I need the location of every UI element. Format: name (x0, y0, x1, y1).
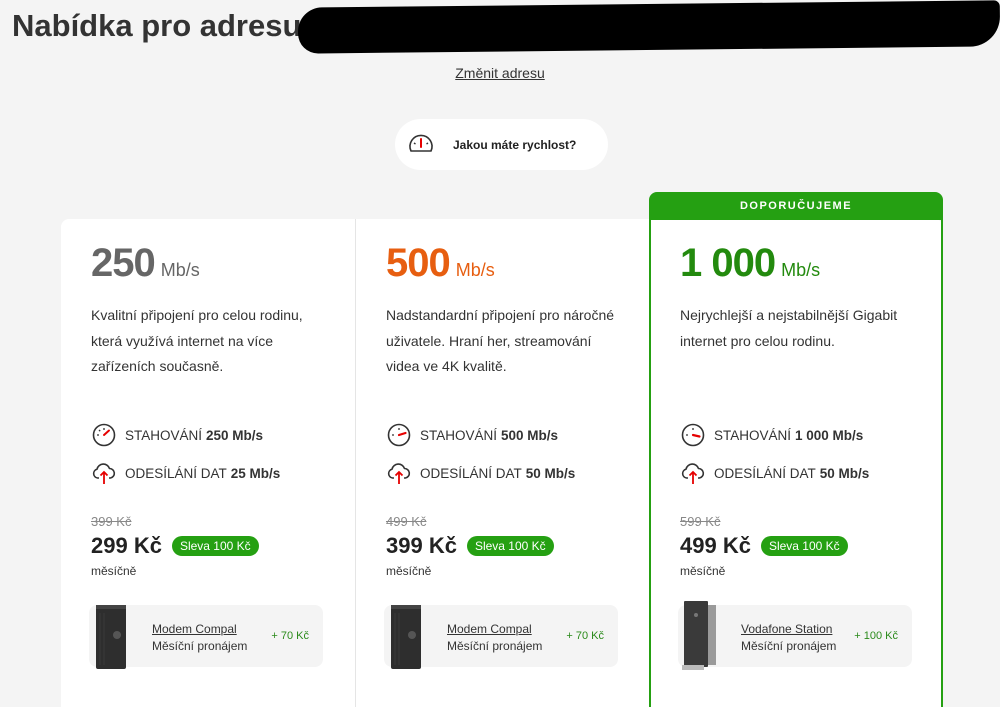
recommended-badge: DOPORUČUJEME (649, 192, 943, 220)
download-label: STAHOVÁNÍ (714, 427, 792, 443)
plan-card-500[interactable]: 500 Mb/s Nadstandardní připojení pro nár… (356, 219, 650, 707)
download-label: STAHOVÁNÍ (125, 427, 203, 443)
plan-description: Nejrychlejší a nejstabilnější Gigabit in… (680, 307, 898, 349)
device-option[interactable]: Modem Compal Měsíční pronájem + 70 Kč (89, 605, 323, 669)
upload-value: 25 Mb/s (230, 465, 281, 481)
plan-speed: 1 000 Mb/s (680, 241, 820, 286)
upload-feature: ODESÍLÁNÍ DAT 50 Mb/s (386, 460, 575, 486)
device-name-link[interactable]: Modem Compal (152, 622, 237, 636)
plan-speed-unit: Mb/s (781, 260, 821, 280)
download-feature: STAHOVÁNÍ 500 Mb/s (386, 422, 558, 448)
device-option[interactable]: Vodafone Station Měsíční pronájem + 100 … (678, 601, 912, 670)
upload-label: ODESÍLÁNÍ DAT (714, 465, 816, 481)
page-title: Nabídka pro adresu (12, 8, 302, 43)
plan-speed: 250 Mb/s (91, 241, 200, 286)
price: 299 Kč (91, 533, 162, 558)
device-subtitle: Měsíční pronájem (152, 639, 248, 653)
upload-cloud-icon (386, 460, 412, 486)
device-name-link[interactable]: Modem Compal (447, 622, 532, 636)
price-row: 299 Kč Sleva 100 Kč (91, 533, 259, 559)
upload-value: 50 Mb/s (525, 465, 576, 481)
upload-cloud-icon (91, 460, 117, 486)
price: 399 Kč (386, 533, 457, 558)
plan-description: Kvalitní připojení pro celou rodinu, kte… (91, 307, 303, 374)
discount-badge: Sleva 100 Kč (171, 536, 259, 556)
device-subtitle: Měsíční pronájem (447, 639, 543, 653)
price-row: 399 Kč Sleva 100 Kč (386, 533, 554, 559)
device-price: + 70 Kč (566, 630, 604, 642)
modem-image (386, 601, 426, 673)
download-speed-icon (386, 422, 412, 448)
speed-question-button[interactable]: Jakou máte rychlost? (395, 119, 608, 170)
change-address-link[interactable]: Změnit adresu (0, 65, 1000, 81)
download-value: 1 000 Mb/s (795, 427, 864, 443)
plan-speed: 500 Mb/s (386, 241, 495, 286)
plan-card-250[interactable]: 250 Mb/s Kvalitní připojení pro celou ro… (61, 219, 355, 707)
plan-card-1000[interactable]: 1 000 Mb/s Nejrychlejší a nejstabilnější… (650, 219, 944, 707)
upload-value: 50 Mb/s (819, 465, 870, 481)
download-label: STAHOVÁNÍ (420, 427, 498, 443)
old-price: 399 Kč (91, 514, 132, 529)
plan-speed-value: 500 (386, 241, 451, 285)
device-price: + 100 Kč (854, 630, 898, 642)
download-feature: STAHOVÁNÍ 250 Mb/s (91, 422, 263, 448)
device-subtitle: Měsíční pronájem (741, 639, 837, 653)
upload-label: ODESÍLÁNÍ DAT (125, 465, 227, 481)
price-period: měsíčně (91, 564, 137, 578)
download-speed-icon (91, 422, 117, 448)
device-option[interactable]: Modem Compal Měsíční pronájem + 70 Kč (384, 605, 618, 669)
discount-badge: Sleva 100 Kč (466, 536, 554, 556)
plan-speed-unit: Mb/s (160, 260, 200, 280)
upload-feature: ODESÍLÁNÍ DAT 50 Mb/s (680, 460, 869, 486)
price-period: měsíčně (386, 564, 432, 578)
price-period: měsíčně (680, 564, 726, 578)
plan-speed-value: 250 (91, 241, 156, 285)
plan-description: Nadstandardní připojení pro náročné uživ… (386, 307, 615, 374)
discount-badge: Sleva 100 Kč (760, 536, 848, 556)
plan-speed-value: 1 000 (680, 241, 776, 285)
old-price: 599 Kč (680, 514, 721, 529)
redacted-address (297, 0, 1000, 54)
download-speed-icon (680, 422, 706, 448)
upload-feature: ODESÍLÁNÍ DAT 25 Mb/s (91, 460, 280, 486)
download-value: 500 Mb/s (501, 427, 559, 443)
router-image (680, 601, 720, 673)
download-value: 250 Mb/s (206, 427, 264, 443)
old-price: 499 Kč (386, 514, 427, 529)
modem-image (91, 601, 131, 673)
device-name-link[interactable]: Vodafone Station (741, 622, 832, 636)
upload-label: ODESÍLÁNÍ DAT (420, 465, 522, 481)
speedometer-icon (407, 131, 435, 159)
speed-question-label: Jakou máte rychlost? (453, 137, 577, 152)
device-price: + 70 Kč (271, 630, 309, 642)
price-row: 499 Kč Sleva 100 Kč (680, 533, 848, 559)
plan-speed-unit: Mb/s (455, 260, 495, 280)
upload-cloud-icon (680, 460, 706, 486)
price: 499 Kč (680, 533, 751, 558)
download-feature: STAHOVÁNÍ 1 000 Mb/s (680, 422, 863, 448)
